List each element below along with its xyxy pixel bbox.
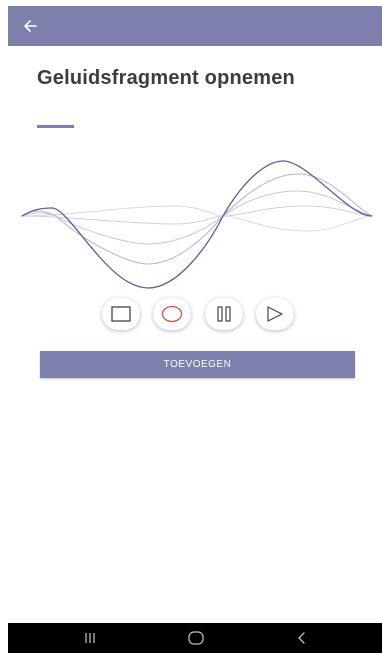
- recent-apps-icon: [85, 633, 95, 643]
- pause-button[interactable]: [205, 298, 243, 330]
- screen: Geluidsfragment opnemen TOEVOEGEN: [8, 6, 382, 653]
- back-chevron-icon: [298, 632, 305, 644]
- home-icon: [188, 631, 204, 645]
- play-button[interactable]: [256, 298, 294, 330]
- play-icon: [267, 306, 283, 322]
- system-back-button[interactable]: [282, 623, 322, 653]
- back-button[interactable]: [18, 14, 42, 38]
- page-title: Geluidsfragment opnemen: [37, 67, 295, 89]
- title-underline: [37, 125, 74, 128]
- system-navigation-bar: [8, 623, 382, 653]
- stop-button[interactable]: [102, 298, 140, 330]
- record-button[interactable]: [153, 298, 191, 330]
- app-bar: [8, 6, 382, 46]
- pause-icon: [217, 306, 231, 322]
- waveform-curve-4: [21, 173, 373, 265]
- arrow-left-icon: [24, 20, 37, 32]
- circle-icon: [161, 305, 183, 323]
- home-button[interactable]: [176, 623, 216, 653]
- square-icon: [111, 306, 131, 322]
- waveform-visualizer: [21, 160, 373, 289]
- add-button[interactable]: TOEVOEGEN: [40, 351, 355, 378]
- recording-controls: [8, 298, 382, 332]
- recent-apps-button[interactable]: [70, 623, 110, 653]
- waveform-curve-3: [21, 190, 373, 245]
